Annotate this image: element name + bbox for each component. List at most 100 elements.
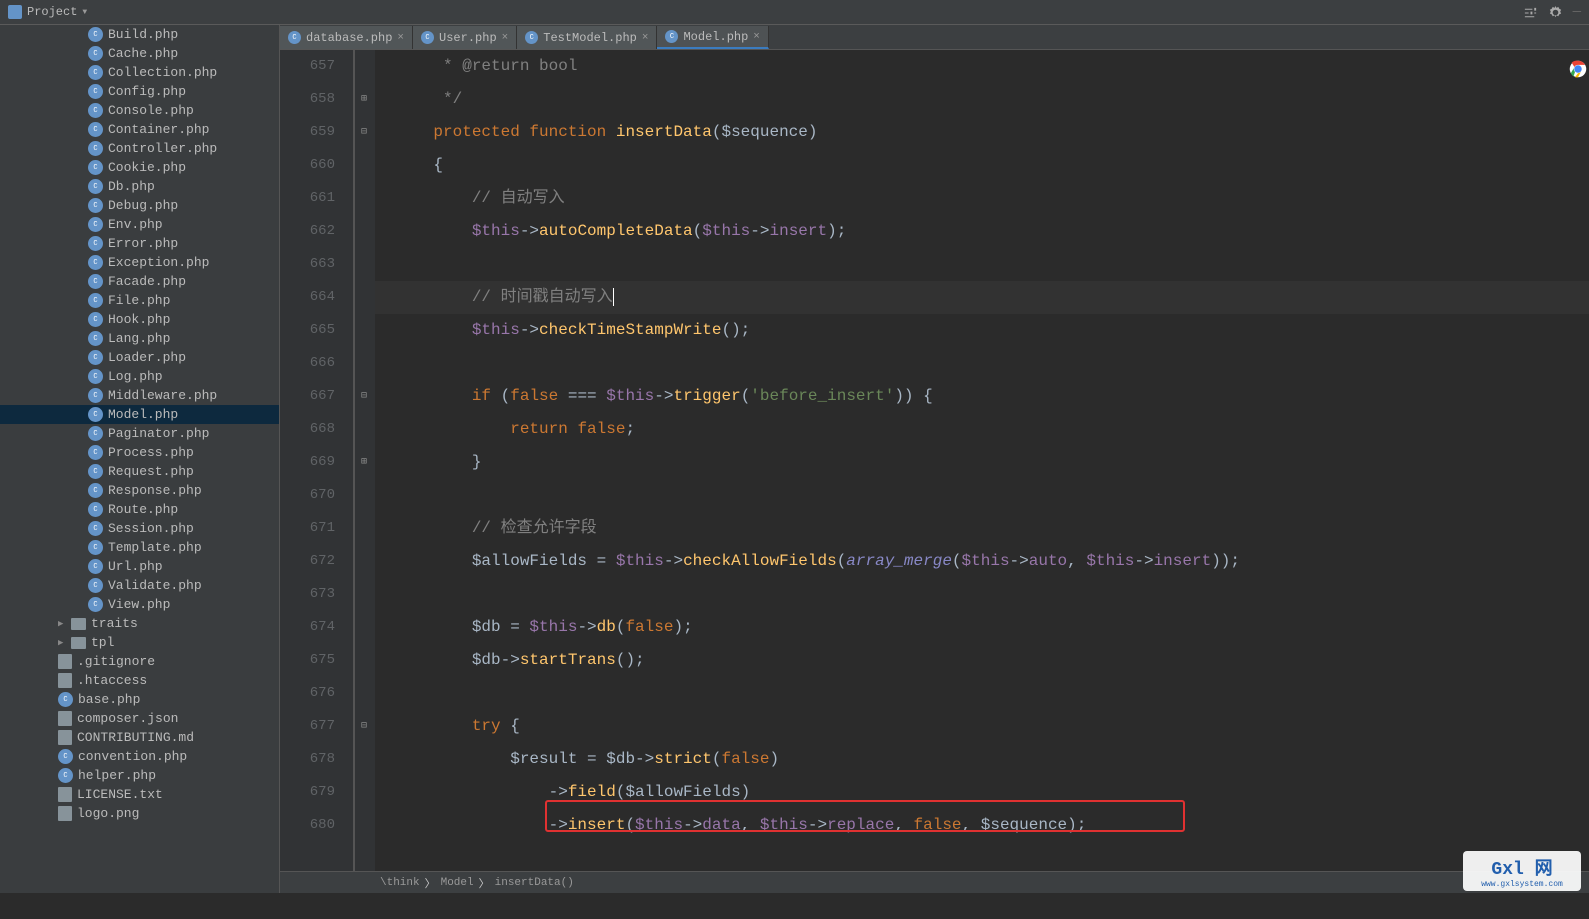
tree-item-Process-php[interactable]: CProcess.php xyxy=(0,443,279,462)
tree-item-Cookie-php[interactable]: CCookie.php xyxy=(0,158,279,177)
code-line[interactable] xyxy=(375,248,1589,281)
code-line[interactable] xyxy=(375,347,1589,380)
tree-item-Paginator-php[interactable]: CPaginator.php xyxy=(0,424,279,443)
code-line[interactable]: $db = $this->db(false); xyxy=(375,611,1589,644)
code-editor[interactable]: 6576586596606616626636646656666676686696… xyxy=(280,50,1589,871)
code-body[interactable]: * @return bool */ protected function ins… xyxy=(375,50,1589,871)
tree-item-Template-php[interactable]: CTemplate.php xyxy=(0,538,279,557)
fold-marker-icon[interactable]: ⊟ xyxy=(358,390,370,402)
tree-item-Request-php[interactable]: CRequest.php xyxy=(0,462,279,481)
tree-item-File-php[interactable]: CFile.php xyxy=(0,291,279,310)
breadcrumb[interactable]: \think〉Model〉insertData() xyxy=(280,871,1589,893)
code-line[interactable] xyxy=(375,479,1589,512)
project-selector[interactable]: Project ▼ xyxy=(8,5,87,19)
code-line[interactable]: $allowFields = $this->checkAllowFields(a… xyxy=(375,545,1589,578)
tree-item-Url-php[interactable]: CUrl.php xyxy=(0,557,279,576)
code-line[interactable]: ->field($allowFields) xyxy=(375,776,1589,809)
code-line[interactable]: if (false === $this->trigger('before_ins… xyxy=(375,380,1589,413)
tree-item-Collection-php[interactable]: CCollection.php xyxy=(0,63,279,82)
project-tree[interactable]: CBuild.phpCCache.phpCCollection.phpCConf… xyxy=(0,25,280,893)
tree-item-Build-php[interactable]: CBuild.php xyxy=(0,25,279,44)
tab-Model-php[interactable]: CModel.php× xyxy=(657,26,768,49)
code-line[interactable]: ->insert($this->data, $this->replace, fa… xyxy=(375,809,1589,842)
tree-folder-tpl[interactable]: ▶tpl xyxy=(0,633,279,652)
close-icon[interactable]: × xyxy=(642,32,649,44)
line-number: 659 xyxy=(280,116,335,149)
tree-item-Route-php[interactable]: CRoute.php xyxy=(0,500,279,519)
code-line[interactable]: // 检查允许字段 xyxy=(375,512,1589,545)
tree-item-Debug-php[interactable]: CDebug.php xyxy=(0,196,279,215)
tree-item-Session-php[interactable]: CSession.php xyxy=(0,519,279,538)
tree-item-Db-php[interactable]: CDb.php xyxy=(0,177,279,196)
tree-item-Loader-php[interactable]: CLoader.php xyxy=(0,348,279,367)
code-line[interactable]: $this->autoCompleteData($this->insert); xyxy=(375,215,1589,248)
code-line[interactable]: protected function insertData($sequence) xyxy=(375,116,1589,149)
breadcrumb-item[interactable]: Model xyxy=(441,877,474,889)
code-line[interactable] xyxy=(375,578,1589,611)
code-line[interactable]: */ xyxy=(375,83,1589,116)
php-file-icon: C xyxy=(88,27,103,42)
tree-item-Hook-php[interactable]: CHook.php xyxy=(0,310,279,329)
tree-item-convention-php[interactable]: Cconvention.php xyxy=(0,747,279,766)
tree-item-Response-php[interactable]: CResponse.php xyxy=(0,481,279,500)
fold-marker-icon[interactable]: ⊟ xyxy=(358,720,370,732)
tree-item-base-php[interactable]: Cbase.php xyxy=(0,690,279,709)
tree-item-LICENSE-txt[interactable]: LICENSE.txt xyxy=(0,785,279,804)
tree-item--gitignore[interactable]: .gitignore xyxy=(0,652,279,671)
code-line[interactable] xyxy=(375,677,1589,710)
file-label: Route.php xyxy=(108,502,178,517)
file-label: LICENSE.txt xyxy=(77,787,163,802)
breadcrumb-item[interactable]: \think xyxy=(380,877,420,889)
file-label: logo.png xyxy=(77,806,139,821)
tab-database-php[interactable]: Cdatabase.php× xyxy=(280,26,413,49)
gear-icon[interactable] xyxy=(1548,5,1563,20)
code-line[interactable]: return false; xyxy=(375,413,1589,446)
tree-item-Model-php[interactable]: CModel.php xyxy=(0,405,279,424)
expand-arrow-icon[interactable]: ▶ xyxy=(58,619,66,629)
code-line[interactable]: * @return bool xyxy=(375,50,1589,83)
tree-item-Log-php[interactable]: CLog.php xyxy=(0,367,279,386)
settings-slider-icon[interactable] xyxy=(1523,5,1538,20)
tree-item-Error-php[interactable]: CError.php xyxy=(0,234,279,253)
tree-item-CONTRIBUTING-md[interactable]: CONTRIBUTING.md xyxy=(0,728,279,747)
fold-marker-icon[interactable]: ⊞ xyxy=(358,93,370,105)
tree-item--htaccess[interactable]: .htaccess xyxy=(0,671,279,690)
file-label: Request.php xyxy=(108,464,194,479)
tree-item-Facade-php[interactable]: CFacade.php xyxy=(0,272,279,291)
tab-TestModel-php[interactable]: CTestModel.php× xyxy=(517,26,657,49)
tree-item-Console-php[interactable]: CConsole.php xyxy=(0,101,279,120)
code-line[interactable]: $this->checkTimeStampWrite(); xyxy=(375,314,1589,347)
fold-marker-icon[interactable]: ⊟ xyxy=(358,126,370,138)
tree-item-Container-php[interactable]: CContainer.php xyxy=(0,120,279,139)
tree-item-Controller-php[interactable]: CController.php xyxy=(0,139,279,158)
tree-item-Middleware-php[interactable]: CMiddleware.php xyxy=(0,386,279,405)
close-icon[interactable]: × xyxy=(502,32,509,44)
file-icon xyxy=(58,806,72,821)
tree-folder-traits[interactable]: ▶traits xyxy=(0,614,279,633)
code-line[interactable]: // 时间戳自动写入 xyxy=(375,281,1589,314)
fold-column[interactable]: ⊞ ⊟ ⊟ ⊞ ⊟ xyxy=(355,50,375,871)
code-line[interactable]: $db->startTrans(); xyxy=(375,644,1589,677)
close-icon[interactable]: × xyxy=(397,32,404,44)
expand-arrow-icon[interactable]: ▶ xyxy=(58,638,66,648)
breadcrumb-item[interactable]: insertData() xyxy=(495,877,574,889)
code-line[interactable]: try { xyxy=(375,710,1589,743)
code-line[interactable]: } xyxy=(375,446,1589,479)
tree-item-Cache-php[interactable]: CCache.php xyxy=(0,44,279,63)
tree-item-Env-php[interactable]: CEnv.php xyxy=(0,215,279,234)
php-file-icon: C xyxy=(88,160,103,175)
tree-item-helper-php[interactable]: Chelper.php xyxy=(0,766,279,785)
tree-item-Validate-php[interactable]: CValidate.php xyxy=(0,576,279,595)
code-line[interactable]: // 自动写入 xyxy=(375,182,1589,215)
code-line[interactable]: $result = $db->strict(false) xyxy=(375,743,1589,776)
tree-item-Config-php[interactable]: CConfig.php xyxy=(0,82,279,101)
tree-item-View-php[interactable]: CView.php xyxy=(0,595,279,614)
tree-item-Lang-php[interactable]: CLang.php xyxy=(0,329,279,348)
close-icon[interactable]: × xyxy=(753,31,760,43)
tree-item-logo-png[interactable]: logo.png xyxy=(0,804,279,823)
tree-item-composer-json[interactable]: composer.json xyxy=(0,709,279,728)
code-line[interactable]: { xyxy=(375,149,1589,182)
tab-User-php[interactable]: CUser.php× xyxy=(413,26,517,49)
tree-item-Exception-php[interactable]: CException.php xyxy=(0,253,279,272)
fold-marker-icon[interactable]: ⊞ xyxy=(358,456,370,468)
